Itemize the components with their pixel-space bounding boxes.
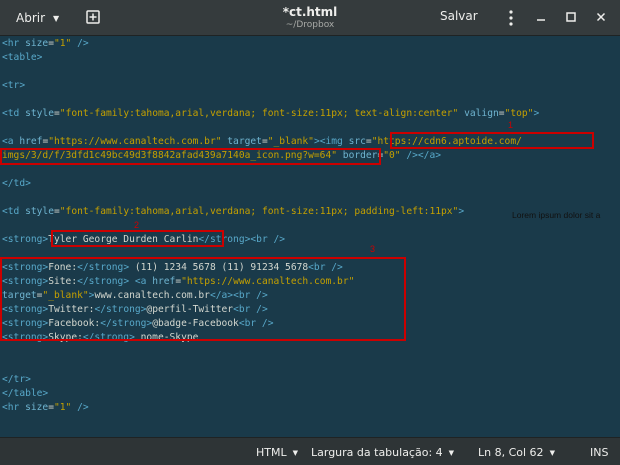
code-line[interactable]: <table>: [2, 51, 42, 65]
code-line[interactable]: <hr size="1" />: [2, 37, 89, 51]
code-token: <td: [2, 206, 26, 217]
code-token: "font-family:tahoma,arial,verdana; font-…: [59, 206, 459, 217]
code-editor[interactable]: <hr size="1" /> </table> </tr> <strong>Skyp…: [0, 36, 620, 437]
document-title: *ct.html: [282, 5, 338, 19]
code-token: <hr: [2, 38, 26, 49]
code-token: />: [71, 402, 89, 413]
status-bar: HTML ▼ Largura da tabulação: 4 ▼ Ln 8, C…: [0, 437, 620, 465]
minimize-icon[interactable]: [533, 9, 549, 25]
code-token: "https://www.canaltech.com.br": [48, 136, 222, 147]
code-token: <a: [2, 136, 20, 147]
code-line[interactable]: </table>: [2, 387, 48, 401]
close-icon[interactable]: [593, 9, 609, 25]
annotation-box-2: [51, 230, 224, 247]
tab-width-selector[interactable]: Largura da tabulação: 4 ▼: [311, 446, 454, 459]
save-button[interactable]: Salvar: [440, 9, 478, 23]
code-token: <tr>: [2, 80, 26, 91]
overflow-text: Lorem ipsum dolor sit a: [512, 210, 601, 220]
code-token: >: [458, 206, 465, 217]
code-token: "0": [383, 150, 401, 161]
maximize-icon[interactable]: [563, 9, 579, 25]
code-token: /></a>: [400, 150, 441, 161]
document-path: ~/Dropbox: [285, 20, 335, 30]
code-token: "top": [504, 108, 534, 119]
insert-mode-label: INS: [590, 446, 609, 459]
code-token: </table>: [2, 388, 49, 399]
chevron-down-icon: ▼: [292, 448, 299, 457]
code-token: size: [25, 38, 49, 49]
code-token: <hr: [2, 402, 26, 413]
code-token: </tr>: [2, 374, 31, 385]
code-line[interactable]: </tr>: [2, 373, 31, 387]
code-token: style: [25, 206, 54, 217]
header-bar: Abrir ▼ *ct.html ~/Dropbox Salvar: [0, 0, 620, 36]
code-line[interactable]: <hr size="1" />: [2, 401, 89, 415]
code-token: <table>: [2, 52, 43, 63]
code-token: />: [71, 38, 89, 49]
code-token: size: [25, 402, 49, 413]
menu-icon[interactable]: [505, 8, 517, 28]
language-label: HTML: [256, 446, 287, 459]
cursor-position-selector[interactable]: Ln 8, Col 62 ▼: [478, 446, 555, 459]
chevron-down-icon: ▼: [549, 448, 555, 457]
code-token: target: [221, 136, 262, 147]
annotation-number-2: 2: [134, 220, 140, 230]
code-token: "font-family:tahoma,arial,verdana; font-…: [59, 108, 459, 119]
code-token: style: [25, 108, 54, 119]
code-line[interactable]: </td>: [2, 177, 31, 191]
code-token: </td>: [2, 178, 31, 189]
code-token: <strong>: [2, 234, 49, 245]
annotation-box-1a: [390, 132, 594, 149]
code-token: ><img: [313, 136, 349, 147]
code-token: "1": [54, 402, 72, 413]
chevron-down-icon: ▼: [448, 448, 455, 457]
language-selector[interactable]: HTML ▼: [256, 446, 298, 459]
annotation-number-1: 1: [508, 120, 514, 130]
cursor-position-label: Ln 8, Col 62: [478, 446, 544, 459]
code-token: href: [19, 136, 43, 147]
code-token: src: [348, 136, 366, 147]
code-token: >: [533, 108, 540, 119]
code-line[interactable]: <tr>: [2, 79, 25, 93]
annotation-number-3: 3: [370, 244, 376, 254]
code-token: <td: [2, 108, 26, 119]
tab-width-label: Largura da tabulação: 4: [311, 446, 443, 459]
code-token: valign: [458, 108, 499, 119]
annotation-box-1b: [0, 148, 381, 165]
insert-mode-indicator[interactable]: INS: [590, 446, 608, 459]
code-line[interactable]: <td style="font-family:tahoma,arial,verd…: [2, 107, 539, 121]
code-token: "1": [54, 38, 72, 49]
annotation-box-3: [0, 257, 406, 341]
code-line[interactable]: <td style="font-family:tahoma,arial,verd…: [2, 205, 464, 219]
code-token: "_blank": [267, 136, 314, 147]
